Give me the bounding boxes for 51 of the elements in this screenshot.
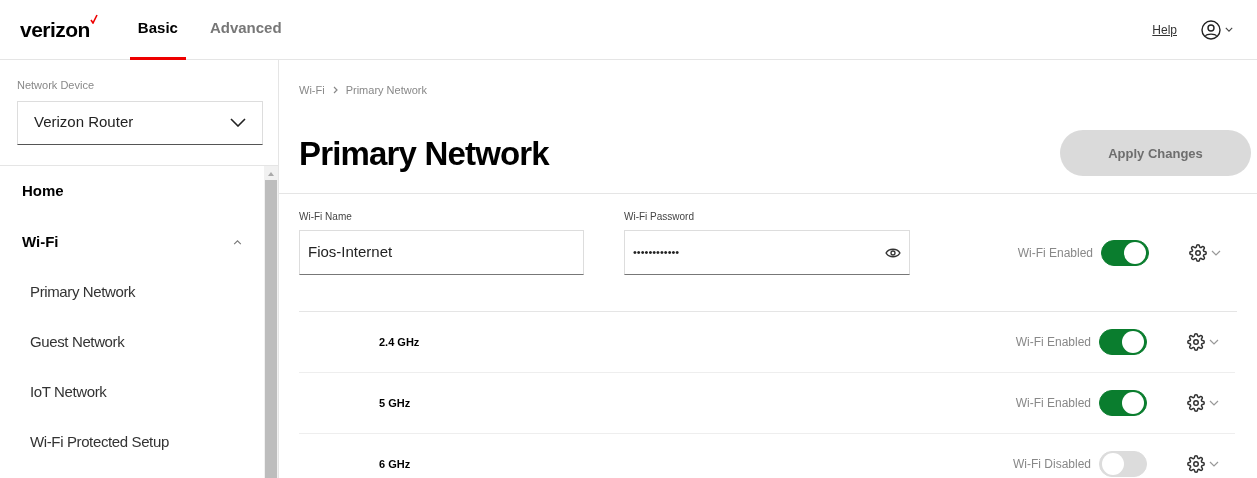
nav-subitem[interactable]: Wi-Fi Protected Setup — [0, 417, 264, 468]
logo[interactable]: verizon — [20, 13, 90, 46]
status-label: Wi-Fi Enabled — [1015, 395, 1091, 412]
chevron-right-icon — [332, 86, 338, 95]
chevron-down-icon — [1211, 249, 1221, 256]
eye-icon[interactable] — [885, 247, 901, 258]
nav-item[interactable]: Home — [0, 165, 264, 217]
settings-dropdown[interactable] — [1187, 455, 1219, 473]
settings-dropdown[interactable] — [1189, 243, 1221, 262]
field-label: Network Device — [17, 78, 96, 93]
wifi-name-field[interactable]: Fios-Internet — [299, 230, 584, 275]
breadcrumb-link[interactable]: Wi-Fi — [299, 82, 325, 99]
chevron-down-icon — [1209, 400, 1219, 406]
chevron-up-icon — [233, 239, 242, 245]
account-menu[interactable] — [1201, 19, 1233, 40]
toggle-switch[interactable] — [1101, 239, 1149, 266]
settings-dropdown[interactable] — [1187, 394, 1219, 412]
field-label: Wi-Fi Name — [299, 210, 353, 224]
nav-tab[interactable]: Advanced — [201, 0, 290, 60]
chevron-down-icon — [1209, 339, 1219, 345]
chevron-down-icon — [230, 118, 246, 127]
check-mark-icon — [89, 14, 98, 24]
settings-icon — [1187, 333, 1205, 351]
toggle-switch[interactable] — [1099, 390, 1147, 416]
help-link[interactable]: Help — [1152, 20, 1177, 39]
device-dropdown[interactable]: Verizon Router — [17, 100, 263, 145]
field-label: Wi-Fi Password — [624, 210, 695, 224]
breadcrumb-current: Primary Network — [345, 83, 427, 98]
status-label: Wi-Fi Enabled — [1017, 244, 1093, 262]
nav-tab[interactable]: Basic — [129, 0, 186, 60]
scrollbar[interactable] — [264, 165, 278, 478]
band-name: 2.4 GHz — [379, 334, 420, 350]
settings-icon — [1187, 394, 1205, 412]
nav-item[interactable]: Wi-Fi — [0, 216, 264, 268]
settings-icon — [1189, 243, 1207, 262]
nav-subitem[interactable]: IoT Network — [0, 367, 264, 418]
scroll-up-icon — [268, 171, 274, 176]
band-name: 6 GHz — [379, 456, 411, 472]
chevron-down-icon — [1209, 461, 1219, 467]
nav-subitem[interactable]: Primary Network — [0, 267, 264, 318]
settings-icon — [1187, 455, 1205, 473]
chevron-down-icon — [1225, 27, 1233, 32]
nav-subitem[interactable]: Guest Network — [0, 317, 264, 368]
toggle-switch[interactable] — [1099, 329, 1147, 355]
wifi-password-field[interactable]: •••••••••••• — [624, 230, 910, 275]
band-name: 5 GHz — [379, 395, 411, 411]
user-icon — [1201, 19, 1221, 40]
status-label: Wi-Fi Enabled — [1015, 334, 1091, 351]
settings-dropdown[interactable] — [1187, 333, 1219, 351]
page-title: Primary Network — [299, 133, 549, 174]
status-label: Wi-Fi Disabled — [1013, 456, 1091, 473]
